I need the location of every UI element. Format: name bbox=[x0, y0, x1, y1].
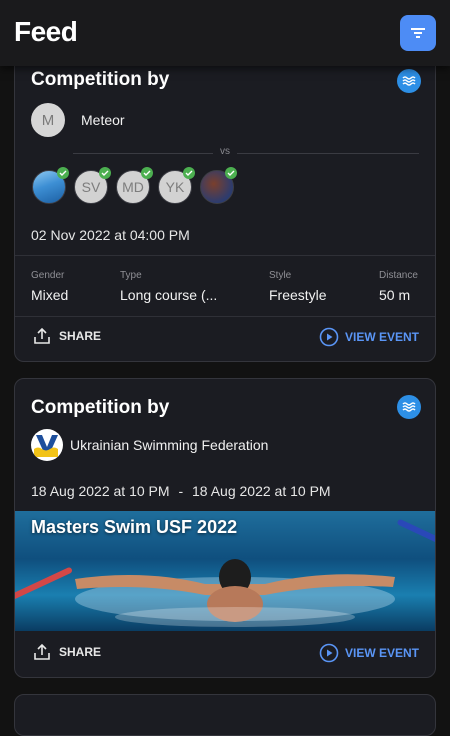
filter-button[interactable] bbox=[400, 15, 436, 51]
participant-avatar[interactable]: YK bbox=[158, 167, 195, 204]
swimming-icon bbox=[397, 395, 421, 419]
detail-label: Distance bbox=[379, 270, 418, 281]
view-event-label: VIEW EVENT bbox=[344, 330, 419, 344]
share-label: SHARE bbox=[59, 645, 102, 659]
play-circle-icon bbox=[319, 643, 339, 663]
share-button[interactable]: SHARE bbox=[33, 643, 101, 661]
federation-logo[interactable] bbox=[31, 429, 63, 461]
detail-label: Style bbox=[269, 270, 292, 281]
card-title: Competition by bbox=[31, 397, 170, 418]
event-date-range: 18 Aug 2022 at 10 PM - 18 Aug 2022 at 10… bbox=[31, 483, 331, 499]
participant-avatar[interactable]: SV bbox=[74, 167, 111, 204]
event-date-end: 18 Aug 2022 at 10 PM bbox=[192, 483, 331, 499]
detail-value: Mixed bbox=[31, 287, 69, 303]
vs-label: vs bbox=[213, 146, 237, 157]
event-banner-image[interactable]: Masters Swim USF 2022 bbox=[15, 511, 435, 631]
app-header: Feed bbox=[0, 0, 450, 66]
detail-distance: Distance 50 m bbox=[379, 270, 418, 303]
view-event-button[interactable]: VIEW EVENT bbox=[319, 643, 419, 663]
detail-value: Long course (... bbox=[120, 287, 218, 303]
verified-icon bbox=[225, 167, 237, 179]
participant-initials: YK bbox=[165, 179, 185, 195]
participant-initials: SV bbox=[81, 179, 101, 195]
swimmer-illustration bbox=[75, 559, 395, 627]
share-button[interactable]: SHARE bbox=[33, 327, 101, 345]
card-title: Competition by bbox=[31, 69, 170, 90]
participant-initials: MD bbox=[122, 179, 144, 195]
verified-icon bbox=[57, 167, 69, 179]
share-icon bbox=[34, 643, 50, 660]
event-date-start: 18 Aug 2022 at 10 PM bbox=[31, 483, 170, 499]
view-event-label: VIEW EVENT bbox=[344, 646, 419, 660]
detail-label: Type bbox=[120, 270, 142, 281]
detail-value: 50 m bbox=[379, 287, 411, 303]
detail-label: Gender bbox=[31, 270, 65, 281]
view-event-button[interactable]: VIEW EVENT bbox=[319, 327, 419, 347]
verified-icon bbox=[141, 167, 153, 179]
verified-icon bbox=[183, 167, 195, 179]
participant-avatar[interactable]: MD bbox=[116, 167, 153, 204]
card-actions: SHARE VIEW EVENT bbox=[15, 633, 435, 675]
competition-card[interactable]: Competition by M Meteor vs SV MD YK 02 N… bbox=[14, 20, 436, 362]
filter-icon bbox=[411, 28, 425, 38]
detail-style: Style Freestyle bbox=[269, 270, 327, 303]
detail-type: Type Long course (... bbox=[120, 270, 217, 303]
swimming-icon bbox=[397, 69, 421, 93]
participant-avatar[interactable] bbox=[32, 167, 69, 204]
participant-avatar[interactable] bbox=[200, 167, 237, 204]
play-circle-icon bbox=[319, 327, 339, 347]
competition-card[interactable] bbox=[14, 694, 436, 736]
share-icon bbox=[34, 327, 50, 344]
event-details: Gender Mixed Type Long course (... Style… bbox=[15, 255, 435, 317]
competition-card[interactable]: Competition by Ukrainian Swimming Federa… bbox=[14, 378, 436, 678]
divider bbox=[73, 153, 419, 154]
verified-icon bbox=[99, 167, 111, 179]
event-date: 02 Nov 2022 at 04:00 PM bbox=[31, 227, 190, 243]
event-banner-title: Masters Swim USF 2022 bbox=[31, 517, 238, 537]
date-separator: - bbox=[178, 483, 184, 499]
detail-value: Freestyle bbox=[269, 287, 327, 303]
organizer-avatar[interactable]: M bbox=[31, 103, 65, 137]
organizer-name[interactable]: Ukrainian Swimming Federation bbox=[70, 437, 268, 453]
page-title: Feed bbox=[14, 16, 78, 47]
detail-gender: Gender Mixed bbox=[31, 270, 68, 303]
card-actions: SHARE VIEW EVENT bbox=[15, 317, 435, 359]
organizer-name[interactable]: Meteor bbox=[81, 112, 125, 128]
share-label: SHARE bbox=[59, 329, 102, 343]
